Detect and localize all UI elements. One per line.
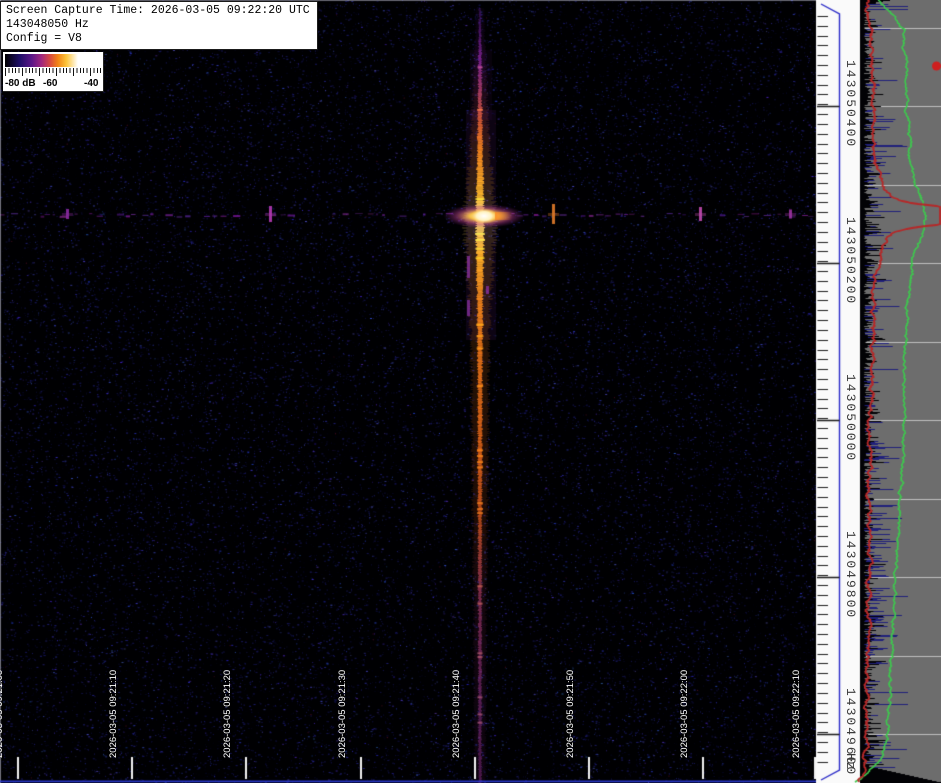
time-axis-label: 2026-03-05 09:21:30 xyxy=(337,669,348,758)
time-axis-label: 2026-03-05 09:21:10 xyxy=(108,669,119,758)
colormap-gradient-bar xyxy=(5,54,101,67)
legend-ruler-minor-ticks xyxy=(5,68,101,73)
time-axis-label: 2026-03-05 09:21:50 xyxy=(565,669,576,758)
freq-unit-label: Hz xyxy=(843,753,858,771)
capture-time-text: Screen Capture Time: 2026-03-05 09:22:20… xyxy=(6,4,310,17)
time-axis-label: 2026-03-05 09:21:20 xyxy=(222,669,233,758)
time-axis-label: 2026-03-05 09:22:10 xyxy=(791,669,802,758)
colormap-legend: -80 dB -60 -40 xyxy=(3,52,104,92)
spectrogram-screen: Screen Capture Time: 2026-03-05 09:22:20… xyxy=(0,0,941,783)
freq-axis-label: 143050200 xyxy=(843,217,858,306)
config-text: Config = V8 xyxy=(6,32,82,45)
freq-axis-label: 143049800 xyxy=(843,531,858,620)
waterfall-canvas xyxy=(0,0,941,783)
freq-axis-label: 143050400 xyxy=(843,60,858,149)
time-axis-label: 2026-03-05 09:21:40 xyxy=(451,669,462,758)
capture-info-box: Screen Capture Time: 2026-03-05 09:22:20… xyxy=(0,1,318,50)
center-frequency-text: 143048050 Hz xyxy=(6,18,89,31)
legend-db-mid-label: -60 xyxy=(43,78,58,89)
time-axis-label: 2026-03-05 09:22:00 xyxy=(679,669,690,758)
legend-db-min-label: -80 dB xyxy=(5,78,36,89)
freq-axis-label: 143050000 xyxy=(843,374,858,463)
legend-db-max-label: -40 xyxy=(84,78,99,89)
time-axis-label: 2026-03-05 09:21:00 xyxy=(0,669,5,758)
